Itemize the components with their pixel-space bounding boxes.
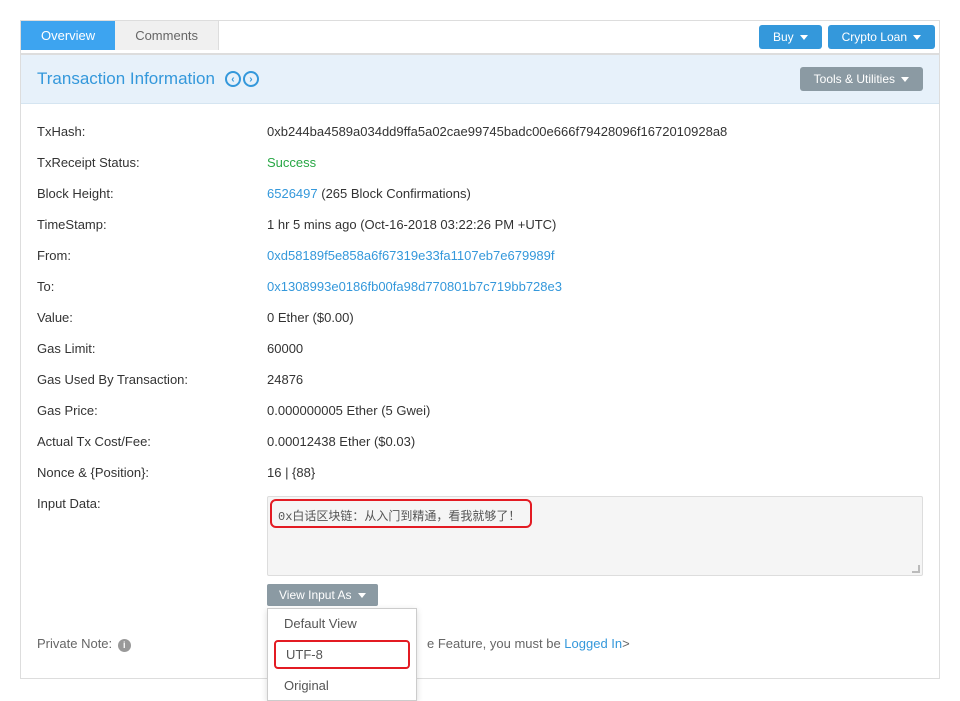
content: TxHash: 0xb244ba4589a034dd9ffa5a02cae997… bbox=[21, 104, 939, 678]
row-inputdata: Input Data: 0x白话区块链：从入门到精通，看我就够了！ 0x白话区块… bbox=[37, 496, 923, 606]
label-blockheight: Block Height: bbox=[37, 186, 267, 201]
dropdown-default-view[interactable]: Default View bbox=[268, 609, 416, 638]
row-from: From: 0xd58189f5e858a6f67319e33fa1107eb7… bbox=[37, 248, 923, 263]
tools-utilities-label: Tools & Utilities bbox=[814, 72, 895, 86]
value-txcost: 0.00012438 Ether ($0.03) bbox=[267, 434, 923, 449]
info-icon[interactable]: i bbox=[118, 639, 131, 652]
row-gaslimit: Gas Limit: 60000 bbox=[37, 341, 923, 356]
row-value: Value: 0 Ether ($0.00) bbox=[37, 310, 923, 325]
label-timestamp: TimeStamp: bbox=[37, 217, 267, 232]
input-data-highlight: 0x白话区块链：从入门到精通，看我就够了！ bbox=[270, 499, 532, 528]
label-to: To: bbox=[37, 279, 267, 294]
view-input-dropdown: Default View UTF-8 Original bbox=[267, 608, 417, 701]
value-txreceipt: Success bbox=[267, 155, 923, 170]
value-eth: 0 Ether ($0.00) bbox=[267, 310, 923, 325]
prev-arrow-icon[interactable]: ‹ bbox=[225, 71, 241, 87]
label-txhash: TxHash: bbox=[37, 124, 267, 139]
crypto-loan-button[interactable]: Crypto Loan bbox=[828, 25, 935, 49]
page-title-text: Transaction Information bbox=[37, 69, 215, 89]
label-txreceipt: TxReceipt Status: bbox=[37, 155, 267, 170]
row-txcost: Actual Tx Cost/Fee: 0.00012438 Ether ($0… bbox=[37, 434, 923, 449]
top-bar: Overview Comments Buy Crypto Loan bbox=[21, 21, 939, 55]
private-note-suffix: > bbox=[622, 636, 630, 651]
blockheight-link[interactable]: 6526497 bbox=[267, 186, 318, 201]
caret-down-icon bbox=[913, 35, 921, 40]
value-inputdata-wrap: 0x白话区块链：从入门到精通，看我就够了！ 0x白话区块链：从入门到精通，看我就… bbox=[267, 496, 923, 606]
label-value: Value: bbox=[37, 310, 267, 325]
dropdown-original[interactable]: Original bbox=[268, 671, 416, 700]
row-blockheight: Block Height: 6526497 (265 Block Confirm… bbox=[37, 186, 923, 201]
row-private-note: Private Note: i e Feature, you must be L… bbox=[37, 636, 923, 652]
view-input-label: View Input As bbox=[279, 588, 352, 602]
label-from: From: bbox=[37, 248, 267, 263]
sub-header: Transaction Information ‹ › Tools & Util… bbox=[21, 55, 939, 104]
row-to: To: 0x1308993e0186fb00fa98d770801b7c719b… bbox=[37, 279, 923, 294]
page-title: Transaction Information ‹ › bbox=[37, 69, 259, 89]
value-gasprice: 0.000000005 Ether (5 Gwei) bbox=[267, 403, 923, 418]
top-buttons: Buy Crypto Loan bbox=[755, 21, 939, 53]
next-arrow-icon[interactable]: › bbox=[243, 71, 259, 87]
resize-handle-icon[interactable] bbox=[908, 561, 920, 573]
value-timestamp: 1 hr 5 mins ago (Oct-16-2018 03:22:26 PM… bbox=[267, 217, 923, 232]
to-link[interactable]: 0x1308993e0186fb00fa98d770801b7c719bb728… bbox=[267, 279, 562, 294]
caret-down-icon bbox=[800, 35, 808, 40]
label-nonce: Nonce & {Position}: bbox=[37, 465, 267, 480]
caret-down-icon bbox=[358, 593, 366, 598]
label-gasprice: Gas Price: bbox=[37, 403, 267, 418]
tools-utilities-button[interactable]: Tools & Utilities bbox=[800, 67, 923, 91]
row-nonce: Nonce & {Position}: 16 | {88} bbox=[37, 465, 923, 480]
label-private-note: Private Note: i bbox=[37, 636, 267, 652]
value-gasused: 24876 bbox=[267, 372, 923, 387]
tab-comments[interactable]: Comments bbox=[115, 21, 219, 50]
dropdown-utf8[interactable]: UTF-8 bbox=[274, 640, 410, 669]
logged-in-link[interactable]: Logged In bbox=[564, 636, 622, 651]
buy-button-label: Buy bbox=[773, 30, 794, 44]
value-txhash: 0xb244ba4589a034dd9ffa5a02cae99745badc00… bbox=[267, 124, 923, 139]
value-blockheight: 6526497 (265 Block Confirmations) bbox=[267, 186, 923, 201]
value-nonce: 16 | {88} bbox=[267, 465, 923, 480]
row-gasused: Gas Used By Transaction: 24876 bbox=[37, 372, 923, 387]
private-note-prefix: e Feature, you must be bbox=[427, 636, 564, 651]
row-timestamp: TimeStamp: 1 hr 5 mins ago (Oct-16-2018 … bbox=[37, 217, 923, 232]
row-txhash: TxHash: 0xb244ba4589a034dd9ffa5a02cae997… bbox=[37, 124, 923, 139]
label-gaslimit: Gas Limit: bbox=[37, 341, 267, 356]
row-txreceipt: TxReceipt Status: Success bbox=[37, 155, 923, 170]
crypto-loan-button-label: Crypto Loan bbox=[842, 30, 907, 44]
view-input-wrap: View Input As Default View UTF-8 Origina… bbox=[267, 584, 923, 606]
private-note-text: Private Note: bbox=[37, 636, 116, 651]
tabs: Overview Comments bbox=[21, 21, 219, 50]
value-gaslimit: 60000 bbox=[267, 341, 923, 356]
nav-arrows: ‹ › bbox=[225, 71, 259, 87]
tab-overview[interactable]: Overview bbox=[21, 21, 115, 50]
label-inputdata: Input Data: bbox=[37, 496, 267, 511]
caret-down-icon bbox=[901, 77, 909, 82]
label-gasused: Gas Used By Transaction: bbox=[37, 372, 267, 387]
view-input-button[interactable]: View Input As bbox=[267, 584, 378, 606]
buy-button[interactable]: Buy bbox=[759, 25, 822, 49]
label-txcost: Actual Tx Cost/Fee: bbox=[37, 434, 267, 449]
from-link[interactable]: 0xd58189f5e858a6f67319e33fa1107eb7e67998… bbox=[267, 248, 555, 263]
row-gasprice: Gas Price: 0.000000005 Ether (5 Gwei) bbox=[37, 403, 923, 418]
blockheight-suffix: (265 Block Confirmations) bbox=[318, 186, 471, 201]
